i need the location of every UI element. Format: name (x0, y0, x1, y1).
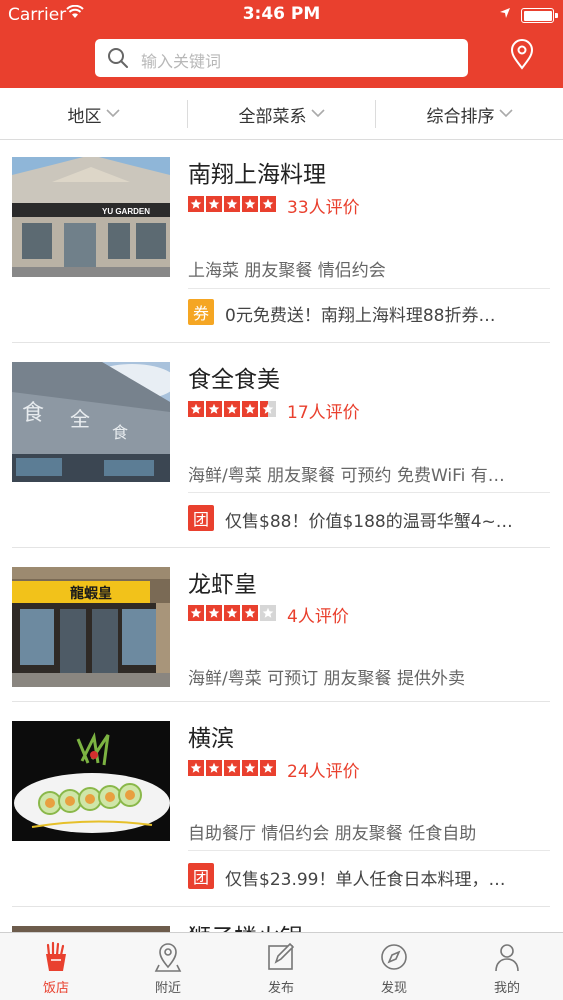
tab-label: 发布 (267, 981, 294, 996)
restaurant-name: 横滨 (188, 726, 234, 752)
divider (188, 850, 550, 851)
row-separator (12, 342, 550, 343)
tab-discover[interactable]: 发现 (338, 933, 450, 1000)
restaurant-name: 龙虾皇 (188, 572, 257, 598)
fries-icon (46, 941, 66, 971)
row-separator (12, 701, 550, 702)
star-icon (188, 401, 204, 417)
restaurant-photo: 龍蝦皇 (12, 567, 170, 687)
rating-stars (188, 196, 276, 212)
filter-region[interactable]: 地区 (0, 88, 187, 140)
restaurant-tags: 海鲜/粤菜 朋友聚餐 可预约 免费WiFi 有… (188, 466, 505, 486)
star-empty-icon (260, 605, 276, 621)
tab-post[interactable]: 发布 (225, 933, 337, 1000)
tab-bar: 饭店 附近 发布 发现 我的 (0, 932, 563, 1000)
star-icon (242, 196, 258, 212)
group-deal-badge: 团 (188, 863, 214, 889)
edit-icon (268, 942, 295, 970)
clock: 3:46 PM (242, 4, 321, 24)
tab-label: 发现 (380, 981, 407, 996)
battery-icon (521, 8, 558, 23)
star-icon (242, 401, 258, 417)
chevron-down-icon (310, 108, 325, 117)
restaurant-tags: 自助餐厅 情侣约会 朋友聚餐 任食自助 (188, 824, 477, 844)
row-separator (12, 906, 550, 907)
location-arrow-icon (500, 8, 510, 18)
row-separator (12, 547, 550, 548)
filter-bar: 地区 全部菜系 综合排序 (0, 88, 563, 140)
tab-label: 我的 (493, 981, 520, 996)
rating-stars (188, 760, 276, 776)
svg-text:食: 食 (22, 401, 44, 426)
location-pin-icon (154, 943, 182, 972)
star-icon (242, 605, 258, 621)
chevron-down-icon (105, 108, 120, 117)
deal-text: 0元免费送！南翔上海料理88折券… (225, 306, 496, 326)
restaurant-photo: 食 全 食 (12, 362, 170, 482)
restaurant-tags: 海鲜/粤菜 可预订 朋友聚餐 提供外卖 (188, 669, 465, 689)
star-icon (224, 196, 240, 212)
star-icon (206, 196, 222, 212)
group-deal-badge: 团 (188, 505, 214, 531)
tab-restaurants[interactable]: 饭店 (0, 933, 112, 1000)
map-pin-icon[interactable] (508, 38, 536, 70)
search-placeholder: 输入关键词 (141, 52, 222, 71)
restaurant-photo: YU GARDEN (12, 157, 170, 277)
divider (188, 288, 550, 289)
divider (188, 492, 550, 493)
tab-me[interactable]: 我的 (451, 933, 563, 1000)
app-header: Carrier 3:46 PM 输入关键词 (0, 0, 563, 88)
star-icon (188, 760, 204, 776)
compass-icon (381, 944, 407, 970)
tab-label: 附近 (154, 981, 181, 996)
star-icon (206, 605, 222, 621)
star-half-icon (260, 401, 276, 417)
star-icon (224, 605, 240, 621)
star-icon (188, 196, 204, 212)
review-count: 4人评价 (287, 607, 349, 627)
search-icon (108, 48, 128, 68)
restaurant-name: 南翔上海料理 (188, 162, 326, 188)
svg-text:食: 食 (112, 423, 128, 442)
restaurant-name: 狮子楼火锅 (188, 918, 303, 932)
star-icon (260, 760, 276, 776)
filter-sort[interactable]: 综合排序 (376, 88, 563, 140)
rating-stars (188, 401, 276, 417)
tab-label: 饭店 (42, 981, 69, 996)
restaurant-photo (12, 721, 170, 841)
restaurant-name: 食全食美 (188, 367, 280, 393)
filter-sort-label: 综合排序 (426, 106, 495, 127)
coupon-badge: 券 (188, 299, 214, 325)
review-count: 24人评价 (287, 762, 360, 782)
deal-row[interactable]: 团 仅售$88！价值$188的温哥华蟹4~… (188, 505, 548, 533)
status-bar: Carrier 3:46 PM (0, 0, 563, 30)
star-icon (260, 196, 276, 212)
deal-text: 仅售$23.99！单人任食日本料理，… (225, 870, 506, 890)
review-count: 17人评价 (287, 403, 360, 423)
search-input[interactable]: 输入关键词 (95, 39, 468, 77)
filter-cuisine-label: 全部菜系 (238, 106, 307, 127)
star-icon (206, 760, 222, 776)
star-icon (206, 401, 222, 417)
deal-row[interactable]: 团 仅售$23.99！单人任食日本料理，… (188, 863, 548, 891)
review-count: 33人评价 (287, 198, 360, 218)
star-icon (224, 401, 240, 417)
star-icon (242, 760, 258, 776)
star-icon (188, 605, 204, 621)
svg-text:全: 全 (70, 407, 90, 431)
chevron-down-icon (498, 108, 513, 117)
rating-stars (188, 605, 276, 621)
restaurant-tags: 上海菜 朋友聚餐 情侣约会 (188, 261, 386, 281)
storefront-sign: 龍蝦皇 (70, 585, 112, 602)
filter-cuisine[interactable]: 全部菜系 (188, 88, 375, 140)
tab-nearby[interactable]: 附近 (112, 933, 224, 1000)
filter-region-label: 地区 (67, 106, 102, 127)
person-icon (495, 944, 519, 972)
star-icon (224, 760, 240, 776)
deal-text: 仅售$88！价值$188的温哥华蟹4~… (225, 512, 513, 532)
deal-row[interactable]: 券 0元免费送！南翔上海料理88折券… (188, 299, 548, 327)
storefront-sign: YU GARDEN (102, 207, 150, 216)
